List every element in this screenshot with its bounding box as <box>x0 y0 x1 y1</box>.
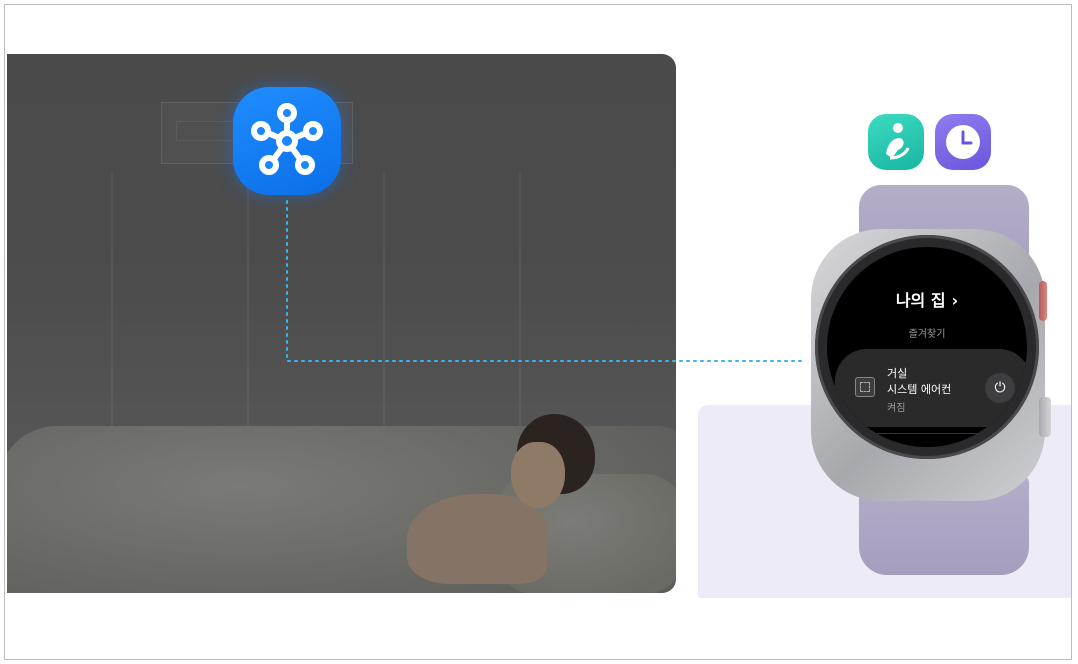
sleeping-person-face <box>511 442 565 508</box>
wall-panel <box>383 172 385 452</box>
wall-panel <box>247 172 249 452</box>
list-divider <box>857 433 997 434</box>
samsung-health-icon <box>868 114 924 170</box>
home-title[interactable]: 나의 집 › <box>827 287 1027 311</box>
wall-panel <box>519 172 521 452</box>
device-state: 켜짐 <box>887 403 906 414</box>
smartthings-hub-icon <box>251 103 323 175</box>
frame: 나의 집 › 즐겨찾기 거실 시스템 에어컨 켜짐 ⏻ 거실 <box>4 4 1072 660</box>
air-conditioner-icon <box>855 377 875 397</box>
favorites-label: 즐겨찾기 <box>908 329 946 340</box>
sleeping-person-body <box>407 494 547 584</box>
wall-panel <box>111 172 113 452</box>
next-room-label: 거실 <box>887 443 907 447</box>
chevron-right-icon: › <box>951 291 959 310</box>
watch-screen: 나의 집 › 즐겨찾기 거실 시스템 에어컨 켜짐 ⏻ 거실 <box>827 247 1027 447</box>
device-room: 거실 <box>887 367 908 380</box>
watch-back-button[interactable] <box>1039 397 1051 437</box>
watch-home-button[interactable] <box>1039 281 1047 321</box>
device-card[interactable]: 거실 시스템 에어컨 켜짐 ⏻ <box>835 349 1027 427</box>
device-name: 시스템 에어컨 <box>887 383 952 396</box>
home-title-label: 나의 집 <box>895 291 946 310</box>
clock-icon <box>935 114 991 170</box>
power-icon[interactable]: ⏻ <box>985 373 1015 403</box>
smartthings-app-icon <box>233 87 341 195</box>
bedroom-photo <box>7 54 676 593</box>
